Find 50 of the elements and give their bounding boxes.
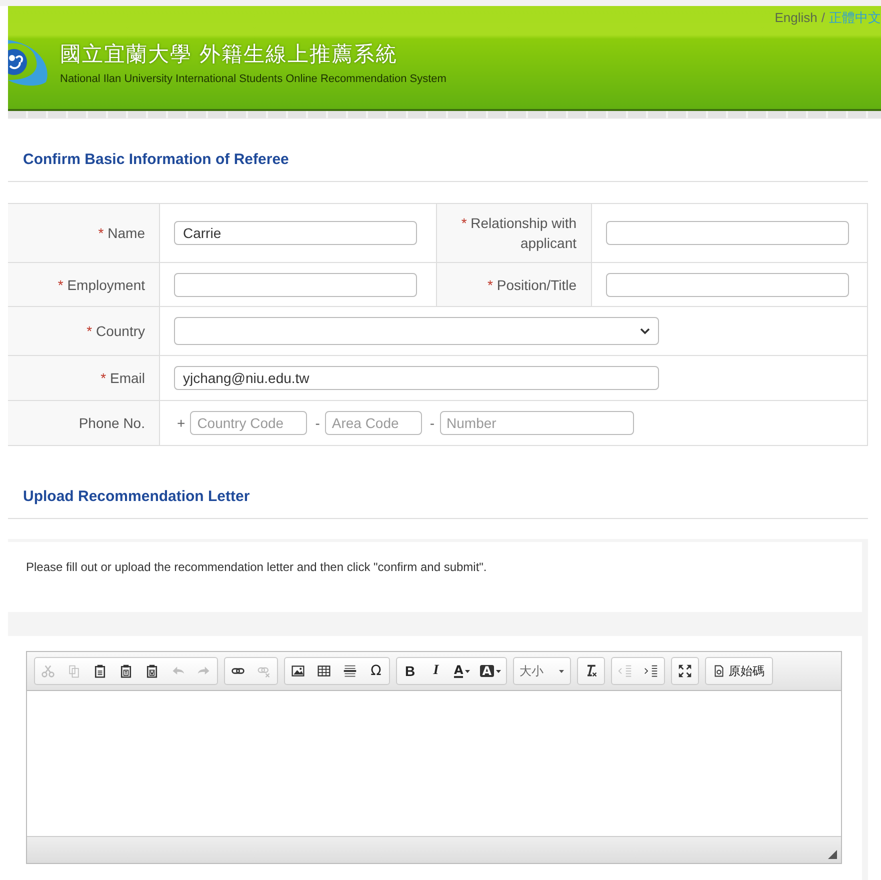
text-field[interactable] bbox=[606, 272, 848, 296]
toolbar-button[interactable]: I bbox=[423, 658, 449, 684]
resize-handle-icon[interactable] bbox=[828, 850, 837, 859]
maximize-icon bbox=[678, 664, 692, 678]
email-field[interactable]: yjchang@niu.edu.tw bbox=[174, 366, 659, 390]
phone-field[interactable]: Number bbox=[440, 411, 634, 435]
phone-separator: - bbox=[315, 415, 320, 431]
phone-field[interactable]: Country Code bbox=[190, 411, 308, 435]
image-icon bbox=[291, 664, 305, 678]
language-link[interactable]: English bbox=[774, 10, 818, 25]
text-field[interactable] bbox=[606, 221, 848, 245]
horizontal-rule-icon bbox=[343, 664, 357, 678]
field-label: * Country bbox=[8, 307, 160, 355]
phone-separator: - bbox=[430, 415, 435, 431]
field-label: Phone No. bbox=[8, 401, 160, 445]
section-heading: Confirm Basic Information of Referee bbox=[23, 151, 290, 168]
caret-icon bbox=[558, 670, 564, 672]
clipboard-text-icon bbox=[119, 664, 133, 678]
clipboard-word-icon bbox=[145, 664, 159, 678]
phone-separator: + bbox=[177, 415, 186, 431]
indent-icon bbox=[644, 664, 658, 678]
field-label: * Position/Title bbox=[436, 263, 592, 306]
site-title: 國立宜蘭大學 外籍生線上推薦系統 bbox=[60, 40, 399, 68]
toolbar-button[interactable]: B bbox=[397, 658, 423, 684]
instruction-text: Please fill out or upload the recommendation letter and then click "confirm and submit". bbox=[25, 559, 488, 576]
outdent-icon bbox=[618, 664, 632, 678]
field-label: * Employment bbox=[8, 263, 160, 306]
color-button[interactable]: A bbox=[449, 658, 476, 684]
chevron-down-icon bbox=[640, 328, 650, 334]
text-field[interactable] bbox=[174, 272, 417, 296]
language-separator: / bbox=[821, 10, 825, 25]
document-icon bbox=[712, 665, 725, 677]
source-button[interactable]: 原始碼 bbox=[706, 658, 772, 684]
caret-icon bbox=[465, 670, 470, 672]
color-button[interactable]: A bbox=[475, 658, 506, 684]
site-subtitle: National Ilan University International Students Online Recommendation System bbox=[60, 72, 446, 84]
field-label: * Relationship with applicant bbox=[436, 204, 592, 262]
scissors-icon bbox=[41, 664, 55, 678]
field-label: * Name bbox=[8, 204, 160, 262]
toolbar-button[interactable]: Ω bbox=[363, 658, 389, 684]
section-heading: Upload Recommendation Letter bbox=[23, 488, 251, 505]
font-size-dropdown[interactable]: 大小 bbox=[514, 658, 570, 684]
rich-text-editor[interactable]: Ω B I A A 大小 原始碼 bbox=[26, 651, 842, 864]
table-icon bbox=[317, 664, 331, 678]
field-label: * Email bbox=[8, 356, 160, 400]
text-field[interactable]: Carrie bbox=[174, 221, 417, 245]
phone-field[interactable]: Area Code bbox=[324, 411, 422, 435]
clipboard-icon bbox=[93, 664, 107, 678]
copy-icon bbox=[67, 664, 81, 678]
caret-icon bbox=[496, 670, 501, 672]
